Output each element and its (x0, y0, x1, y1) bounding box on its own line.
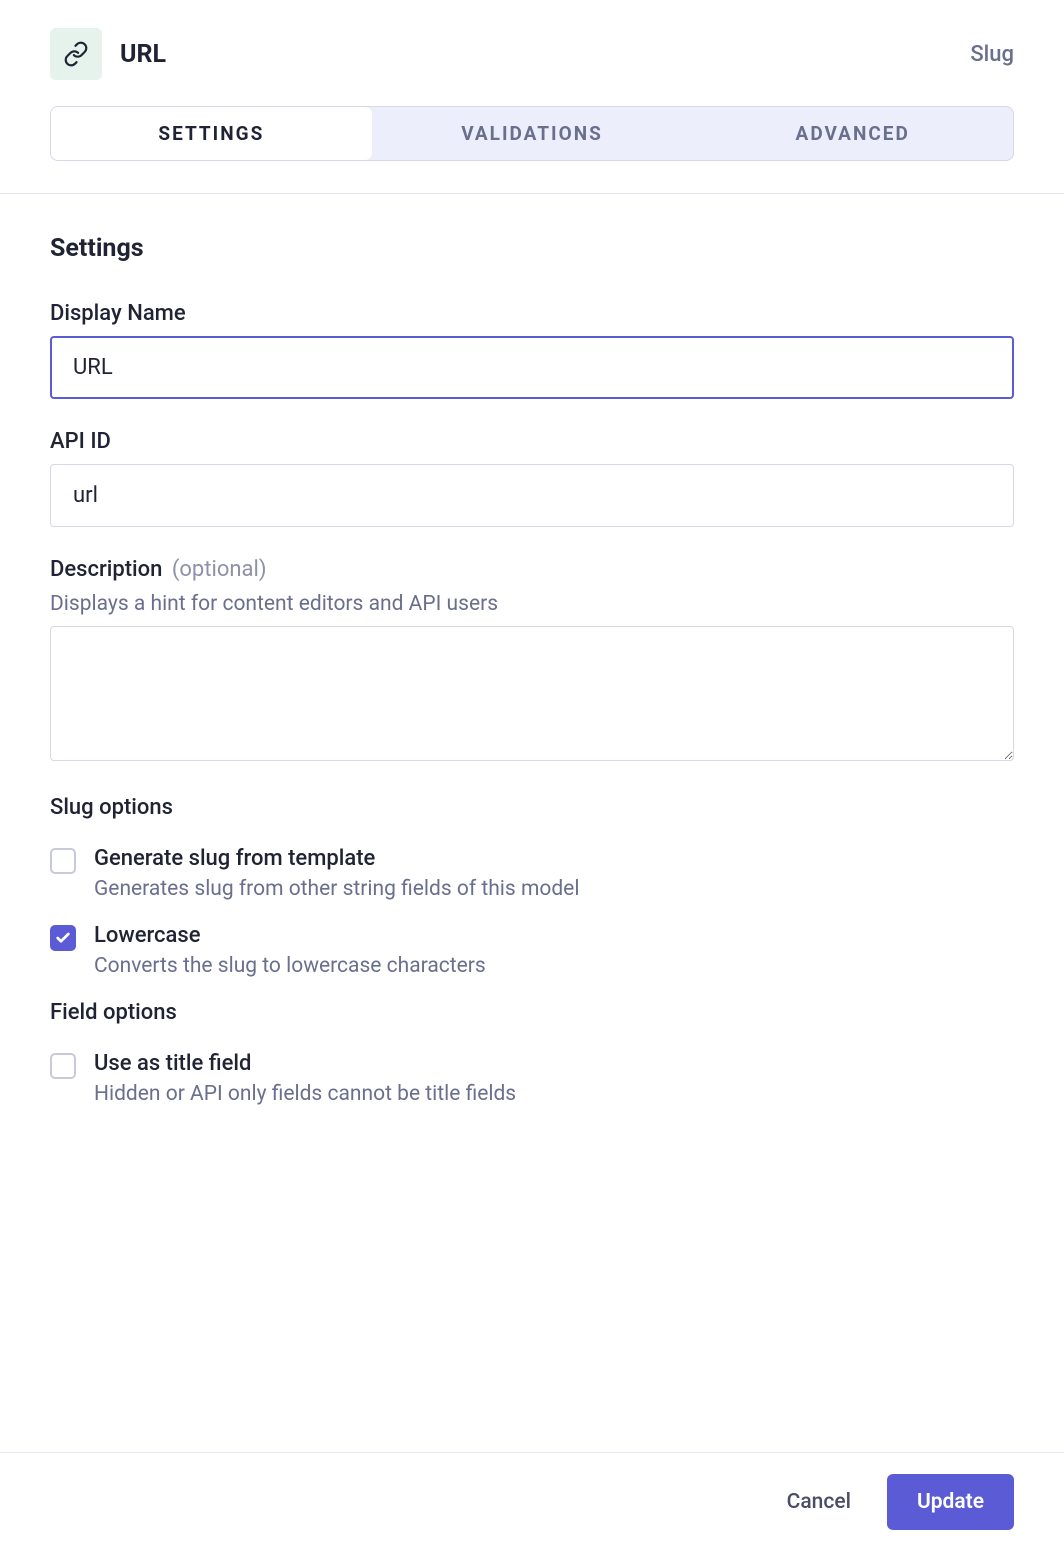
checkbox-lowercase: Lowercase Converts the slug to lowercase… (50, 923, 1014, 978)
field-api-id: API ID (50, 429, 1014, 527)
tab-validations[interactable]: Validations (372, 107, 693, 160)
tab-settings[interactable]: Settings (51, 107, 372, 160)
field-display-name: Display Name (50, 301, 1014, 399)
tabs: Settings Validations Advanced (50, 106, 1014, 161)
api-id-input[interactable] (50, 464, 1014, 527)
header-top-row: URL Slug (50, 28, 1014, 80)
section-title: Settings (50, 234, 1014, 263)
description-label: Description (optional) (50, 557, 1014, 582)
checkbox-generate-slug: Generate slug from template Generates sl… (50, 846, 1014, 901)
display-name-label: Display Name (50, 301, 1014, 326)
field-type-label: Slug (970, 42, 1014, 67)
description-input[interactable] (50, 626, 1014, 761)
header-left: URL (50, 28, 166, 80)
description-label-text: Description (50, 557, 162, 582)
lowercase-label: Lowercase (94, 923, 486, 948)
title-field-desc: Hidden or API only fields cannot be titl… (94, 1082, 516, 1106)
link-icon (50, 28, 102, 80)
description-optional-text: (optional) (172, 557, 267, 582)
header: URL Slug Settings Validations Advanced (0, 0, 1064, 161)
slug-options-heading: Slug options (50, 795, 1014, 820)
description-hint: Displays a hint for content editors and … (50, 592, 1014, 616)
page-title: URL (120, 40, 166, 69)
checkbox-title-field: Use as title field Hidden or API only fi… (50, 1051, 1014, 1106)
update-button[interactable]: Update (887, 1474, 1014, 1530)
title-field-checkbox[interactable] (50, 1053, 76, 1079)
tab-advanced[interactable]: Advanced (692, 107, 1013, 160)
title-field-label: Use as title field (94, 1051, 516, 1076)
lowercase-desc: Converts the slug to lowercase character… (94, 954, 486, 978)
cancel-button[interactable]: Cancel (779, 1478, 859, 1526)
field-options-heading: Field options (50, 1000, 1014, 1025)
generate-slug-label: Generate slug from template (94, 846, 579, 871)
content-scroll[interactable]: Settings Display Name API ID Description… (0, 194, 1064, 1453)
field-description: Description (optional) Displays a hint f… (50, 557, 1014, 765)
generate-slug-checkbox[interactable] (50, 848, 76, 874)
api-id-label: API ID (50, 429, 1014, 454)
footer: Cancel Update (0, 1452, 1064, 1550)
display-name-input[interactable] (50, 336, 1014, 399)
content: Settings Display Name API ID Description… (0, 194, 1064, 1208)
lowercase-checkbox[interactable] (50, 925, 76, 951)
generate-slug-desc: Generates slug from other string fields … (94, 877, 579, 901)
